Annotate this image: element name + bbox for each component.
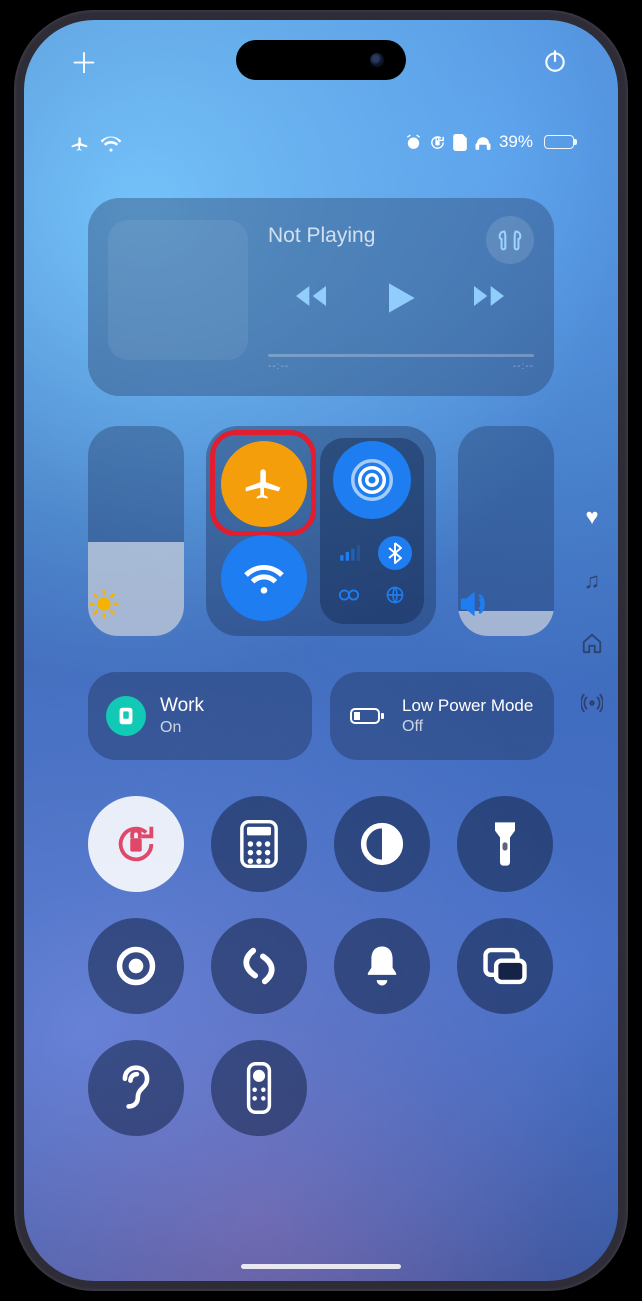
media-artwork bbox=[108, 220, 248, 360]
power-button[interactable] bbox=[542, 48, 574, 80]
apple-tv-remote-tile[interactable] bbox=[211, 1040, 307, 1136]
airplane-mode-toggle[interactable] bbox=[221, 441, 307, 527]
silence-switch bbox=[8, 230, 14, 270]
calculator-tile[interactable] bbox=[211, 796, 307, 892]
previous-track-button[interactable] bbox=[291, 276, 331, 320]
play-button[interactable] bbox=[378, 276, 422, 320]
battery-icon bbox=[540, 135, 574, 149]
side-button bbox=[628, 320, 634, 430]
favorites-tab-icon[interactable]: ♥ bbox=[585, 504, 598, 530]
connectivity-tab-icon[interactable] bbox=[581, 692, 603, 714]
airdrop-toggle[interactable] bbox=[333, 441, 411, 519]
iphone-frame: ＋ bbox=[14, 10, 628, 1291]
focus-title: Work bbox=[160, 695, 204, 718]
focus-state: On bbox=[160, 718, 204, 737]
orientation-lock-tile[interactable] bbox=[88, 796, 184, 892]
add-control-button[interactable]: ＋ bbox=[68, 48, 100, 80]
next-track-button[interactable] bbox=[469, 276, 509, 320]
speaker-icon bbox=[458, 588, 554, 620]
volume-down-button bbox=[8, 390, 14, 466]
music-tab-icon[interactable]: ♫ bbox=[584, 568, 601, 594]
dark-mode-tile[interactable] bbox=[334, 796, 430, 892]
hearing-tile[interactable] bbox=[88, 1040, 184, 1136]
screen-mirroring-tile[interactable] bbox=[457, 918, 553, 1014]
status-bar: 39% bbox=[24, 132, 618, 160]
home-indicator[interactable] bbox=[241, 1264, 401, 1269]
connectivity-panel[interactable] bbox=[206, 426, 436, 636]
battery-percent-label: 39% bbox=[499, 132, 533, 152]
focus-work-icon bbox=[106, 696, 146, 736]
hotspot-mini-icon bbox=[332, 578, 366, 612]
low-power-title: Low Power Mode bbox=[402, 696, 533, 716]
brightness-slider[interactable] bbox=[88, 426, 184, 636]
wifi-toggle[interactable] bbox=[221, 535, 307, 621]
focus-tile[interactable]: Work On bbox=[88, 672, 312, 760]
media-title: Not Playing bbox=[268, 224, 375, 248]
page-tabs[interactable]: ♥ ♫ bbox=[576, 504, 608, 714]
control-center-topbar: ＋ bbox=[24, 48, 618, 88]
connectivity-expand[interactable] bbox=[320, 438, 424, 624]
airplane-status-icon bbox=[70, 134, 90, 154]
vpn-mini-icon bbox=[378, 578, 412, 612]
low-power-tile[interactable]: Low Power Mode Off bbox=[330, 672, 554, 760]
headphones-status-icon bbox=[474, 134, 492, 151]
screen: ＋ bbox=[24, 20, 618, 1281]
cellular-data-mini-icon bbox=[332, 536, 366, 570]
sun-icon bbox=[88, 588, 184, 620]
low-power-state: Off bbox=[402, 717, 533, 736]
low-power-icon bbox=[348, 696, 388, 736]
media-scrubber[interactable]: --:-- --:-- bbox=[268, 354, 534, 372]
orientation-lock-status-icon bbox=[429, 134, 446, 151]
media-panel[interactable]: Not Playing --:-- --:-- bbox=[88, 198, 554, 396]
shazam-tile[interactable] bbox=[211, 918, 307, 1014]
home-tab-icon[interactable] bbox=[581, 632, 603, 654]
volume-up-button bbox=[8, 300, 14, 376]
wifi-status-icon bbox=[100, 135, 122, 153]
flashlight-tile[interactable] bbox=[457, 796, 553, 892]
alarm-status-icon bbox=[405, 134, 422, 151]
controls-grid bbox=[88, 796, 554, 1136]
media-elapsed-label: --:-- bbox=[268, 361, 289, 372]
audio-output-button[interactable] bbox=[486, 216, 534, 264]
silent-mode-tile[interactable] bbox=[334, 918, 430, 1014]
sim-status-icon bbox=[453, 134, 467, 151]
bluetooth-mini-icon bbox=[378, 536, 412, 570]
screen-recording-tile[interactable] bbox=[88, 918, 184, 1014]
volume-slider[interactable] bbox=[458, 426, 554, 636]
media-remaining-label: --:-- bbox=[513, 361, 534, 372]
